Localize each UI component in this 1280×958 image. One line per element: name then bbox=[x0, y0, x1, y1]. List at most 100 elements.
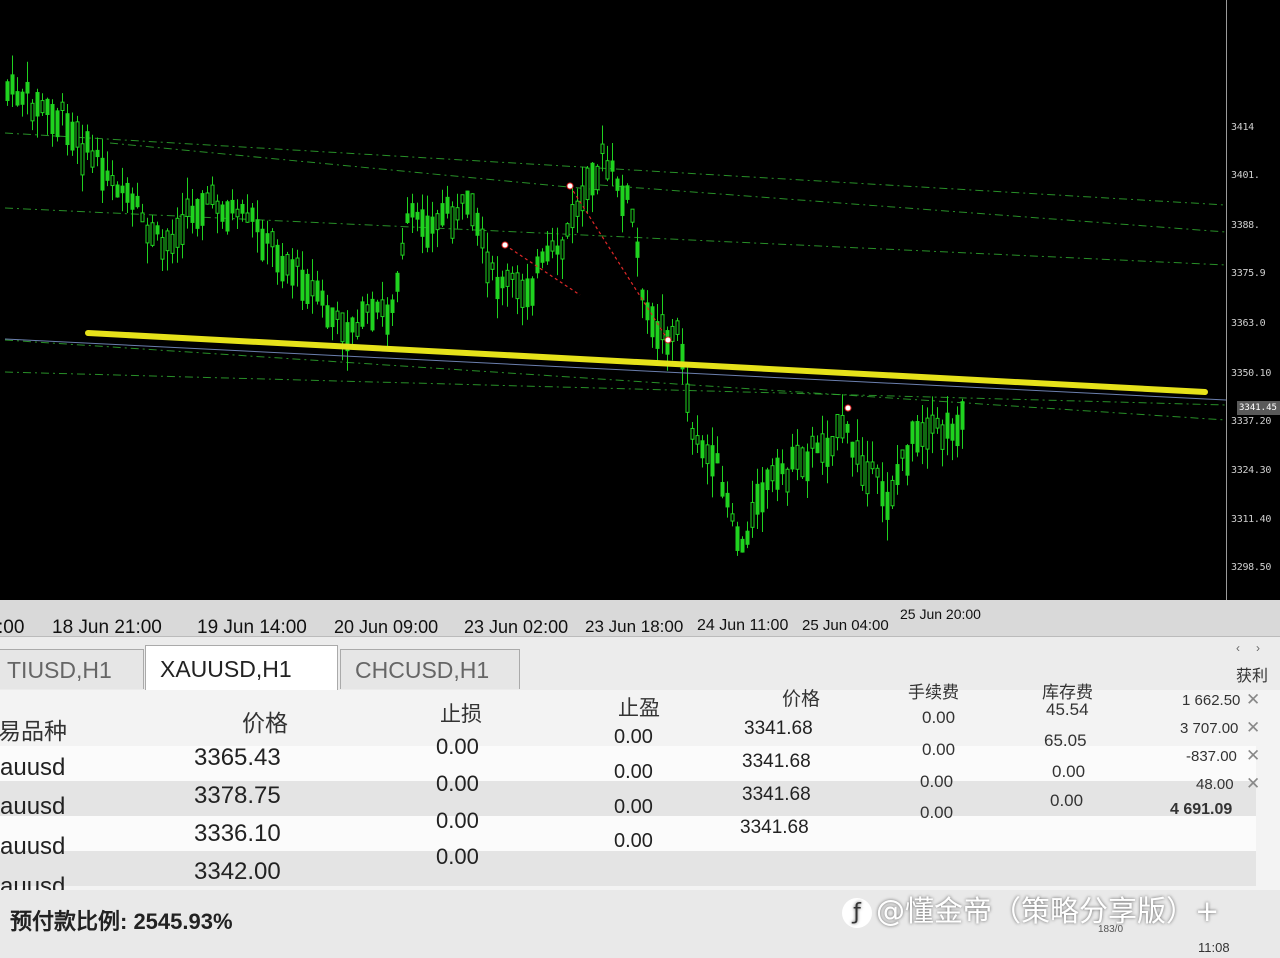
candle-body bbox=[5, 81, 10, 102]
candle-body bbox=[675, 320, 680, 335]
candle-body bbox=[290, 259, 295, 286]
candle-body bbox=[520, 279, 525, 308]
row-symbol: auusd bbox=[0, 833, 66, 860]
header-stop-loss: 止损 bbox=[440, 703, 482, 726]
candle-body bbox=[595, 165, 600, 191]
candle-body bbox=[340, 312, 345, 343]
candle-body bbox=[950, 423, 955, 441]
watermark-text: @懂金帝（策略分享版）+ bbox=[876, 894, 1220, 928]
candle-body bbox=[530, 278, 535, 306]
close-position-icon[interactable]: ✕ bbox=[1246, 690, 1260, 710]
candle-body bbox=[55, 110, 60, 138]
scroll-right-icon[interactable]: › bbox=[1256, 641, 1260, 655]
candle-body bbox=[690, 427, 695, 440]
price-label: 3363.0 bbox=[1231, 318, 1266, 329]
price-label: 3324.30 bbox=[1231, 465, 1272, 476]
candle-body bbox=[945, 412, 950, 439]
candle-body bbox=[215, 200, 220, 214]
candle-body bbox=[900, 449, 905, 459]
time-axis: :00 18 Jun 21:00 19 Jun 14:00 20 Jun 09:… bbox=[0, 600, 1280, 640]
row-profit: 3 707.00 bbox=[1180, 720, 1239, 737]
candle-body bbox=[710, 445, 715, 477]
close-position-icon[interactable]: ✕ bbox=[1246, 746, 1260, 766]
candle-body bbox=[190, 205, 195, 223]
row-profit: 48.00 bbox=[1196, 776, 1234, 793]
tab-xauusd[interactable]: XAUUSD,H1 bbox=[145, 645, 338, 691]
candle-body bbox=[380, 299, 385, 318]
level-line bbox=[109, 142, 601, 191]
candle-body bbox=[185, 198, 190, 217]
candle-body bbox=[80, 143, 85, 176]
candle-body bbox=[370, 298, 375, 331]
tab-tiusd[interactable]: TIUSD,H1 bbox=[0, 649, 144, 689]
candle-body bbox=[720, 482, 725, 497]
close-position-icon[interactable]: ✕ bbox=[1246, 774, 1260, 794]
candle-body bbox=[120, 185, 125, 194]
candle-body bbox=[455, 207, 460, 221]
candle-body bbox=[885, 491, 890, 520]
price-label: 3350.10 bbox=[1231, 368, 1272, 379]
tab-chcusd[interactable]: CHCUSD,H1 bbox=[340, 649, 520, 689]
candle-body bbox=[670, 325, 675, 342]
row-take-profit: 0.00 bbox=[614, 830, 653, 852]
candle-body bbox=[485, 251, 490, 284]
candle-body bbox=[780, 463, 785, 475]
row-profit: 1 662.50 bbox=[1182, 692, 1241, 709]
candle-body bbox=[200, 193, 205, 226]
candle-body bbox=[540, 251, 545, 263]
support-line bbox=[4, 338, 1227, 401]
header-profit: 获利 bbox=[1236, 668, 1269, 685]
candle-body bbox=[770, 465, 775, 482]
row-stop-loss: 0.00 bbox=[436, 844, 479, 869]
time-label: 23 Jun 18:00 bbox=[585, 617, 684, 636]
candle-body bbox=[420, 209, 425, 237]
candle-body bbox=[585, 167, 590, 201]
clock: 11:08 bbox=[1198, 940, 1230, 955]
time-label: 25 Jun 20:00 bbox=[900, 606, 981, 622]
candle-body bbox=[60, 101, 65, 111]
candle-body bbox=[495, 276, 500, 300]
candle-body bbox=[125, 182, 130, 203]
candle-body bbox=[830, 436, 835, 457]
candle-body bbox=[20, 91, 25, 105]
price-chart[interactable]: 3414 3401. 3388. 3375.9 3363.0 3350.10 3… bbox=[0, 0, 1280, 612]
close-position-icon[interactable]: ✕ bbox=[1246, 718, 1260, 738]
row-open-price: 3342.00 bbox=[194, 858, 281, 885]
candle-body bbox=[730, 513, 735, 522]
marker-dot bbox=[844, 404, 852, 412]
candle-body bbox=[535, 256, 540, 274]
time-label: 23 Jun 02:00 bbox=[464, 617, 569, 637]
candle-body bbox=[615, 178, 620, 191]
candle-body bbox=[565, 223, 570, 237]
price-label: 3311.40 bbox=[1231, 514, 1272, 525]
candle-body bbox=[195, 198, 200, 229]
candle-body bbox=[870, 461, 875, 470]
row-current-price: 3341.68 bbox=[740, 817, 809, 838]
candle-body bbox=[170, 233, 175, 254]
candle-body bbox=[460, 194, 465, 204]
row-swap: 45.54 bbox=[1046, 700, 1089, 719]
candle-body bbox=[590, 162, 595, 196]
price-label: 3414 bbox=[1231, 122, 1254, 133]
scroll-left-icon[interactable]: ‹ bbox=[1236, 641, 1240, 655]
row-take-profit: 0.00 bbox=[614, 726, 653, 748]
table-row[interactable] bbox=[0, 851, 1256, 886]
row-take-profit: 0.00 bbox=[614, 796, 653, 818]
yellow-trendline bbox=[85, 330, 1208, 395]
candle-body bbox=[70, 121, 75, 151]
candle-body bbox=[505, 269, 510, 287]
candle-body bbox=[315, 280, 320, 302]
row-current-price: 3341.68 bbox=[742, 751, 811, 772]
candle-body bbox=[240, 203, 245, 214]
candle-body bbox=[705, 444, 710, 465]
time-label: 24 Jun 11:00 bbox=[697, 617, 789, 634]
candle-body bbox=[840, 414, 845, 439]
candle-body bbox=[205, 192, 210, 205]
candle-body bbox=[425, 215, 430, 248]
candle-body bbox=[660, 314, 665, 341]
candle-body bbox=[490, 262, 495, 270]
row-swap: 65.05 bbox=[1044, 731, 1087, 750]
row-stop-loss: 0.00 bbox=[436, 734, 479, 759]
candle-body bbox=[210, 184, 215, 205]
row-current-price: 3341.68 bbox=[744, 718, 813, 739]
